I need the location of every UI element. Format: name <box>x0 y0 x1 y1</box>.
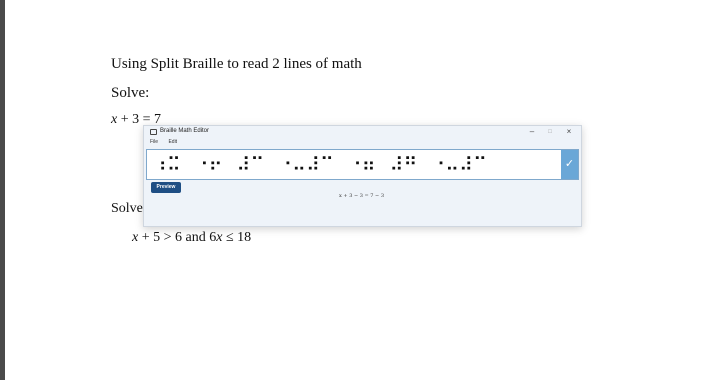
equation-2: x + 5 > 6 and 6x ≤ 18 <box>132 230 251 246</box>
preview-button[interactable]: Preview <box>151 182 181 193</box>
close-button[interactable]: × <box>559 126 579 138</box>
title-bar[interactable]: Braille Math Editor – □ × <box>144 126 581 138</box>
preview-output: x + 3 − 3 = 7 − 3 <box>339 193 385 199</box>
equation-2-part-2: ≤ 18 <box>222 230 252 245</box>
check-icon[interactable]: ✓ <box>561 150 578 179</box>
minimize-button[interactable]: – <box>522 126 542 138</box>
menu-edit[interactable]: Edit <box>168 139 177 145</box>
braille-input-field[interactable]: ⠰⠭⠀⠐⠖⠀⠼⠉⠀⠐⠤⠼⠉⠀⠐⠶⠀⠼⠛⠀⠐⠤⠼⠉ <box>153 153 487 177</box>
window-title: Braille Math Editor <box>160 128 210 134</box>
menu-file[interactable]: File <box>150 139 158 145</box>
app-icon <box>150 129 157 135</box>
document-heading: Using Split Braille to read 2 lines of m… <box>111 56 362 72</box>
solve-label-1: Solve: <box>111 85 150 101</box>
braille-math-editor-window: Braille Math Editor – □ × File Edit ⠰⠭⠀⠐… <box>143 125 582 227</box>
maximize-button[interactable]: □ <box>540 126 560 138</box>
equation-2-part-1: + 5 > 6 and 6 <box>138 230 217 245</box>
braille-input-row: ⠰⠭⠀⠐⠖⠀⠼⠉⠀⠐⠤⠼⠉⠀⠐⠶⠀⠼⠛⠀⠐⠤⠼⠉ ✓ <box>146 149 579 180</box>
menu-bar: File Edit <box>150 139 186 148</box>
